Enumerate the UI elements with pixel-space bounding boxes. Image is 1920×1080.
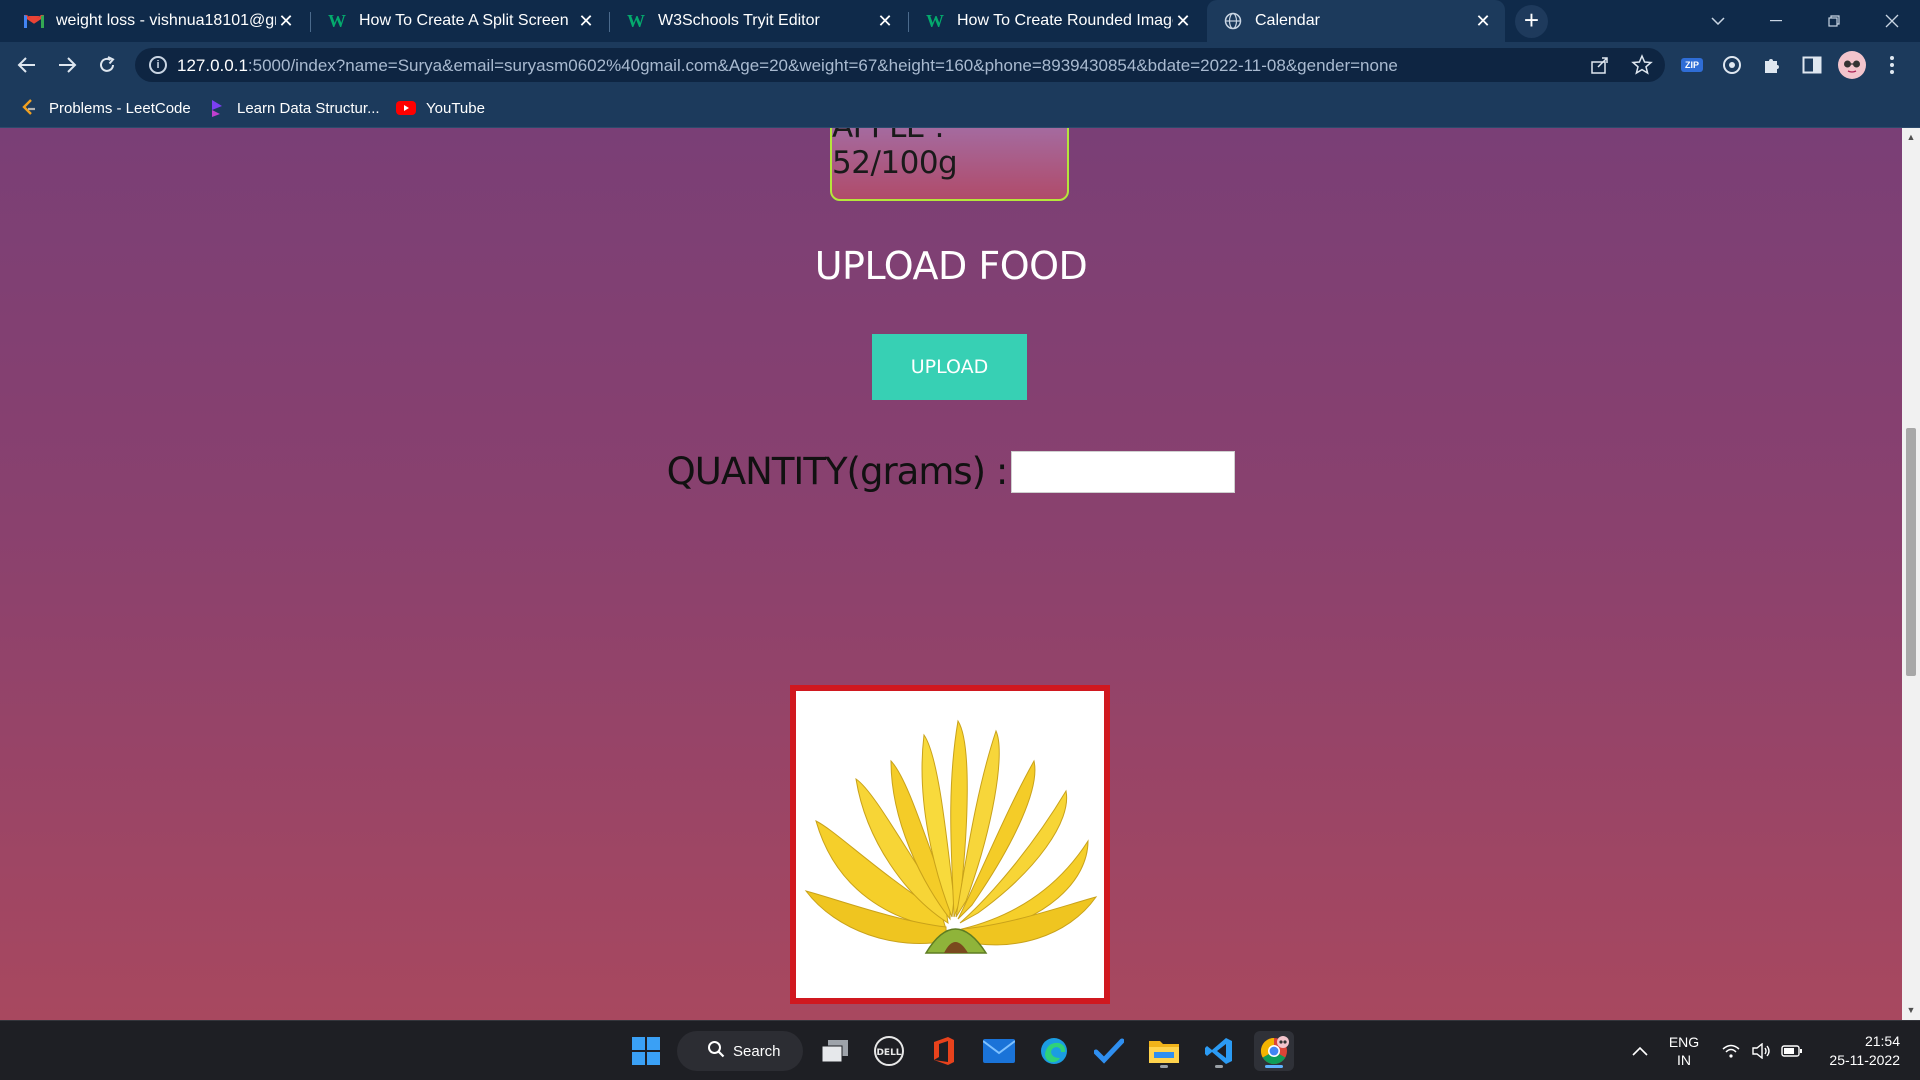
browser-toolbar: i 127.0.0.1:5000/index?name=Surya&email=… xyxy=(0,42,1920,88)
extensions-puzzle-icon[interactable] xyxy=(1758,51,1786,79)
close-icon[interactable]: ✕ xyxy=(576,11,596,32)
upload-heading: UPLOAD FOOD xyxy=(814,244,1088,288)
windows-taskbar: Search DELL ENG IN 21:54 25-11-2022 xyxy=(0,1020,1920,1080)
leetcode-icon xyxy=(19,98,39,118)
edge-icon[interactable] xyxy=(1034,1031,1074,1071)
globe-icon xyxy=(1223,11,1243,31)
file-explorer-icon[interactable] xyxy=(1144,1031,1184,1071)
clock-time: 21:54 xyxy=(1864,1033,1900,1049)
food-info-text: APPLE : 52/100g xyxy=(832,128,958,181)
close-window-icon[interactable] xyxy=(1864,0,1920,42)
search-icon xyxy=(707,1040,725,1062)
menu-icon[interactable] xyxy=(1878,51,1906,79)
scrollbar-thumb[interactable] xyxy=(1906,428,1916,676)
banana-image xyxy=(796,691,1104,998)
tab-title: weight loss - vishnua18101@gmail.com xyxy=(56,12,276,29)
bookmark-youtube[interactable]: YouTube xyxy=(396,96,485,120)
bookmark-leetcode[interactable]: Problems - LeetCode xyxy=(19,96,191,120)
close-icon[interactable]: ✕ xyxy=(276,11,296,32)
tab-split-screen[interactable]: W How To Create A Split Screen ✕ xyxy=(311,0,608,42)
page-viewport: APPLE : 52/100g UPLOAD FOOD UPLOAD QUANT… xyxy=(0,128,1902,1020)
language-code: ENG xyxy=(1668,1034,1700,1050)
bookmark-label: Learn Data Structur... xyxy=(237,99,380,117)
address-bar[interactable]: i 127.0.0.1:5000/index?name=Surya&email=… xyxy=(135,48,1665,82)
youtube-icon xyxy=(396,98,416,118)
new-tab-button[interactable]: + xyxy=(1515,5,1548,38)
extension-icon[interactable] xyxy=(1718,51,1746,79)
battery-icon[interactable] xyxy=(1778,1021,1806,1080)
search-label: Search xyxy=(733,1042,781,1060)
tab-strip: weight loss - vishnua18101@gmail.com ✕ W… xyxy=(0,0,1920,42)
w3schools-icon: W xyxy=(627,10,645,31)
profile-avatar-icon[interactable] xyxy=(1838,51,1866,79)
language-indicator[interactable]: ENG IN xyxy=(1666,1033,1702,1069)
site-info-icon[interactable]: i xyxy=(149,56,167,74)
clock-date: 25-11-2022 xyxy=(1829,1052,1900,1068)
tab-search-icon[interactable] xyxy=(1690,0,1746,42)
office-icon[interactable] xyxy=(924,1031,964,1071)
tab-title: How To Create Rounded Images xyxy=(957,12,1173,29)
tab-gmail[interactable]: weight loss - vishnua18101@gmail.com ✕ xyxy=(8,0,308,42)
tab-rounded-images[interactable]: W How To Create Rounded Images ✕ xyxy=(909,0,1205,42)
show-hidden-icons-icon[interactable] xyxy=(1625,1021,1655,1080)
system-clock[interactable]: 21:54 25-11-2022 xyxy=(1814,1032,1900,1070)
quantity-input[interactable] xyxy=(1011,450,1236,493)
running-indicator xyxy=(1265,1065,1283,1068)
start-icon[interactable] xyxy=(626,1031,666,1071)
scroll-up-icon[interactable]: ▲ xyxy=(1906,132,1916,142)
running-indicator xyxy=(1160,1065,1168,1068)
bookmarks-bar: Problems - LeetCode Learn Data Structur.… xyxy=(0,88,1920,128)
scroll-down-icon[interactable]: ▼ xyxy=(1906,1005,1916,1015)
svg-text:DELL: DELL xyxy=(876,1048,901,1058)
task-view-icon[interactable] xyxy=(815,1031,855,1071)
tab-title: How To Create A Split Screen xyxy=(359,12,569,29)
w3schools-icon: W xyxy=(328,10,346,31)
forward-icon[interactable] xyxy=(51,49,83,81)
vscode-icon[interactable] xyxy=(1199,1031,1239,1071)
upload-button[interactable]: UPLOAD xyxy=(872,334,1027,400)
minimize-icon[interactable] xyxy=(1748,0,1804,42)
close-icon[interactable]: ✕ xyxy=(1173,11,1193,32)
chrome-icon[interactable] xyxy=(1254,1031,1294,1071)
quantity-label: QUANTITY(grams) : xyxy=(666,450,1009,493)
w3schools-icon: W xyxy=(926,10,944,31)
region-code: IN xyxy=(1677,1052,1691,1068)
reload-icon[interactable] xyxy=(91,49,123,81)
wifi-icon[interactable] xyxy=(1718,1021,1744,1080)
page-scrollbar[interactable]: ▲ ▼ xyxy=(1902,128,1920,1020)
bookmark-label: Problems - LeetCode xyxy=(49,99,191,117)
gmail-icon xyxy=(24,11,44,31)
bookmark-learn-ds[interactable]: Learn Data Structur... xyxy=(207,96,380,120)
tab-tryit-editor[interactable]: W W3Schools Tryit Editor ✕ xyxy=(610,0,907,42)
zip-extension-icon[interactable]: ZIP xyxy=(1678,51,1706,79)
tab-calendar[interactable]: Calendar ✕ xyxy=(1207,0,1505,42)
tab-title: Calendar xyxy=(1255,12,1320,29)
bookmark-star-icon[interactable] xyxy=(1631,54,1653,81)
quantity-row: QUANTITY(grams) : xyxy=(0,450,1902,493)
close-icon[interactable]: ✕ xyxy=(1473,11,1493,32)
close-icon[interactable]: ✕ xyxy=(875,11,895,32)
running-indicator xyxy=(1215,1065,1223,1068)
food-image-frame xyxy=(790,685,1110,1004)
back-icon[interactable] xyxy=(11,49,43,81)
volume-icon[interactable] xyxy=(1748,1021,1774,1080)
mail-icon[interactable] xyxy=(979,1031,1019,1071)
todo-icon[interactable] xyxy=(1089,1031,1129,1071)
side-panel-icon[interactable] xyxy=(1798,51,1826,79)
restore-icon[interactable] xyxy=(1806,0,1862,42)
taskbar-search[interactable]: Search xyxy=(677,1031,803,1071)
bookmark-label: YouTube xyxy=(426,99,485,117)
food-info-card: APPLE : 52/100g xyxy=(830,128,1069,201)
url-text: 127.0.0.1:5000/index?name=Surya&email=su… xyxy=(177,56,1398,75)
share-icon[interactable] xyxy=(1590,55,1610,80)
tab-title: W3Schools Tryit Editor xyxy=(658,12,820,29)
dell-icon[interactable]: DELL xyxy=(869,1031,909,1071)
learn-ds-icon xyxy=(207,98,227,118)
